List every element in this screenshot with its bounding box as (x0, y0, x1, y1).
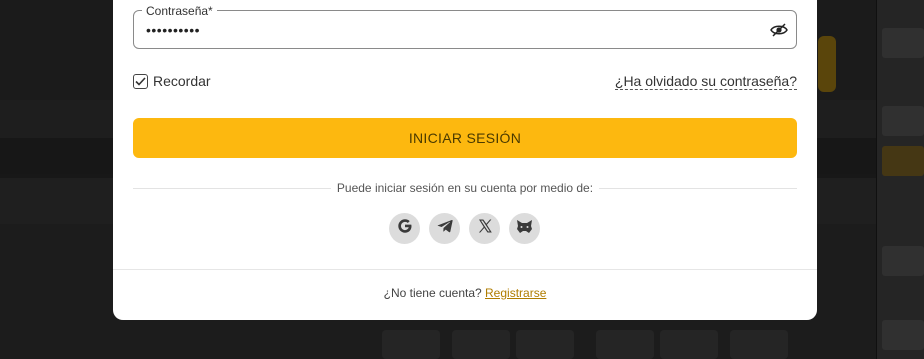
register-prompt: ¿No tiene cuenta? Registrarse (113, 286, 817, 300)
password-field[interactable]: Contraseña* (133, 4, 797, 49)
register-link[interactable]: Registrarse (485, 286, 546, 300)
telegram-login-button[interactable] (429, 213, 460, 244)
checkmark-icon (135, 76, 146, 86)
eye-slash-icon[interactable] (770, 22, 788, 38)
login-modal: Contraseña* Recordar ¿Ha olvidado su con… (113, 0, 817, 320)
metamask-login-button[interactable] (509, 213, 540, 244)
social-login-group (389, 213, 540, 244)
telegram-icon (437, 219, 453, 238)
password-label: Contraseña* (142, 4, 217, 18)
social-caption: Puede iniciar sesión en su cuenta por me… (113, 181, 817, 195)
google-icon (397, 218, 413, 239)
x-icon (477, 218, 493, 239)
google-login-button[interactable] (389, 213, 420, 244)
footer-divider (113, 269, 817, 270)
no-account-text: ¿No tiene cuenta? (383, 286, 482, 300)
x-login-button[interactable] (469, 213, 500, 244)
remember-option[interactable]: Recordar (133, 73, 211, 89)
login-button[interactable]: INICIAR SESIÓN (133, 118, 797, 158)
remember-checkbox[interactable] (133, 73, 148, 89)
forgot-password-link[interactable]: ¿Ha olvidado su contraseña? (614, 74, 797, 90)
password-input[interactable] (146, 22, 746, 38)
fox-icon (516, 219, 533, 239)
remember-label: Recordar (153, 73, 211, 89)
